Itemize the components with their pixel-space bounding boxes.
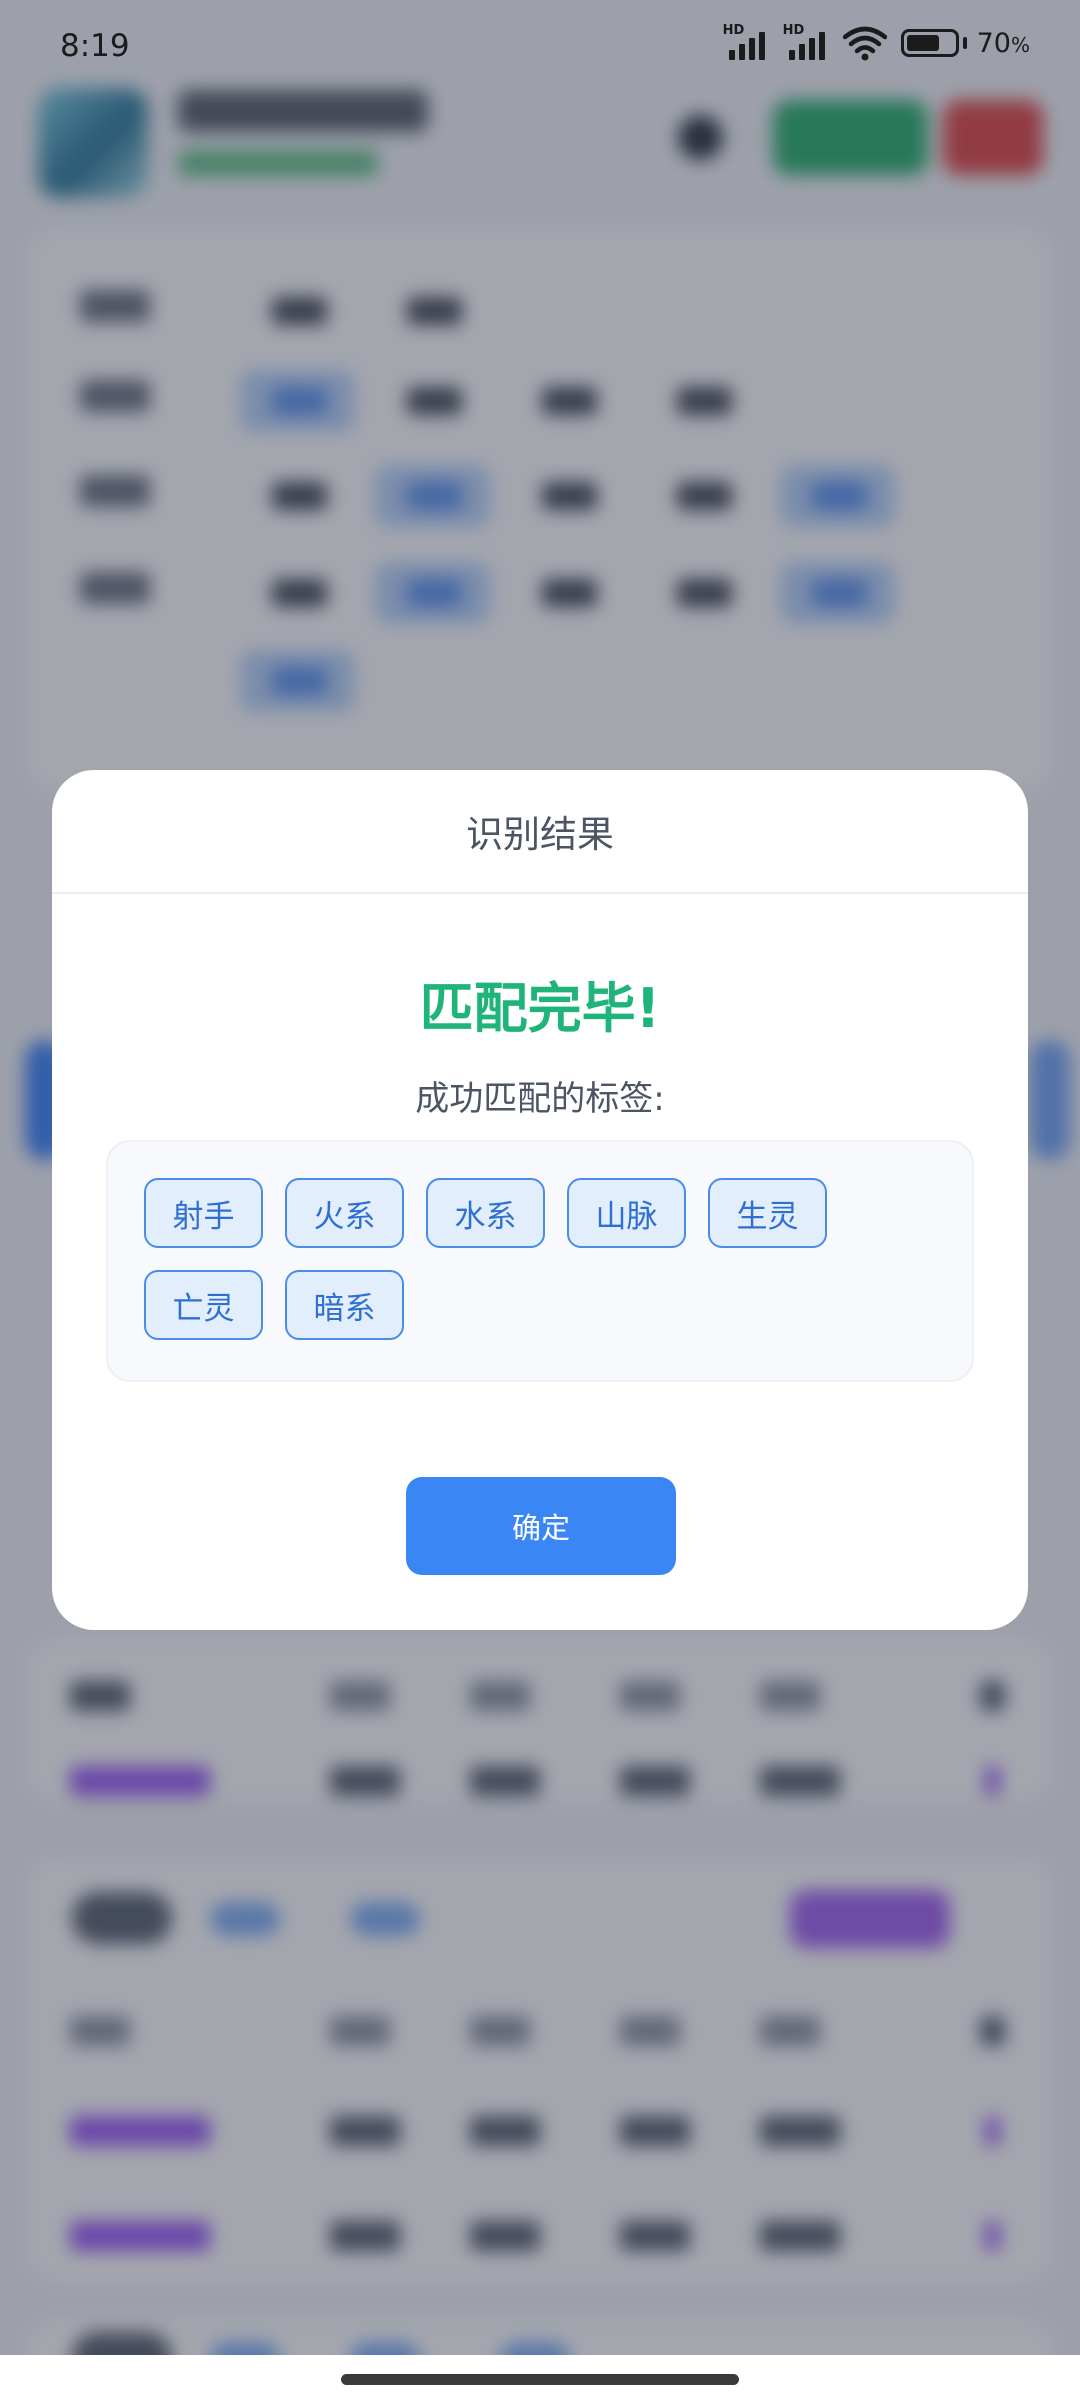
match-complete-text: 匹配完毕!	[419, 977, 661, 1040]
cellular-signal-icon: HD	[783, 24, 829, 62]
navigation-bar	[0, 2355, 1080, 2400]
matched-tags-container: 射手 火系 水系 山脉 生灵 亡灵 暗系	[106, 1140, 974, 1382]
tag-chip: 生灵	[708, 1178, 827, 1248]
result-dialog: 识别结果 匹配完毕! 成功匹配的标签: 射手 火系 水系 山脉 生灵 亡灵 暗系…	[52, 770, 1028, 1630]
status-icons: HD HD 70%	[723, 24, 1030, 62]
home-indicator[interactable]	[341, 2374, 739, 2385]
confirm-button[interactable]: 确定	[406, 1477, 676, 1575]
screen: 8:19 HD HD 70% 识别结果 匹配完毕! 成功匹配的标签: 射手 火系…	[0, 0, 1080, 2400]
tag-chip: 水系	[426, 1178, 545, 1248]
tag-chip: 亡灵	[144, 1270, 263, 1340]
wifi-icon	[842, 26, 887, 61]
tag-chip: 山脉	[567, 1178, 686, 1248]
tag-chip: 火系	[285, 1178, 404, 1248]
battery-fill	[906, 35, 939, 51]
status-time: 8:19	[60, 28, 130, 64]
battery-icon: 70%	[900, 27, 1030, 59]
matched-tags-label: 成功匹配的标签:	[415, 1079, 665, 1119]
battery-percent: 70%	[976, 27, 1030, 59]
dialog-title: 识别结果	[466, 813, 614, 856]
cellular-signal-icon: HD	[723, 24, 769, 62]
status-bar: 8:19 HD HD 70%	[0, 0, 1080, 96]
tag-chip: 射手	[144, 1178, 263, 1248]
dialog-header: 识别结果	[52, 770, 1028, 894]
tag-chip: 暗系	[285, 1270, 404, 1340]
